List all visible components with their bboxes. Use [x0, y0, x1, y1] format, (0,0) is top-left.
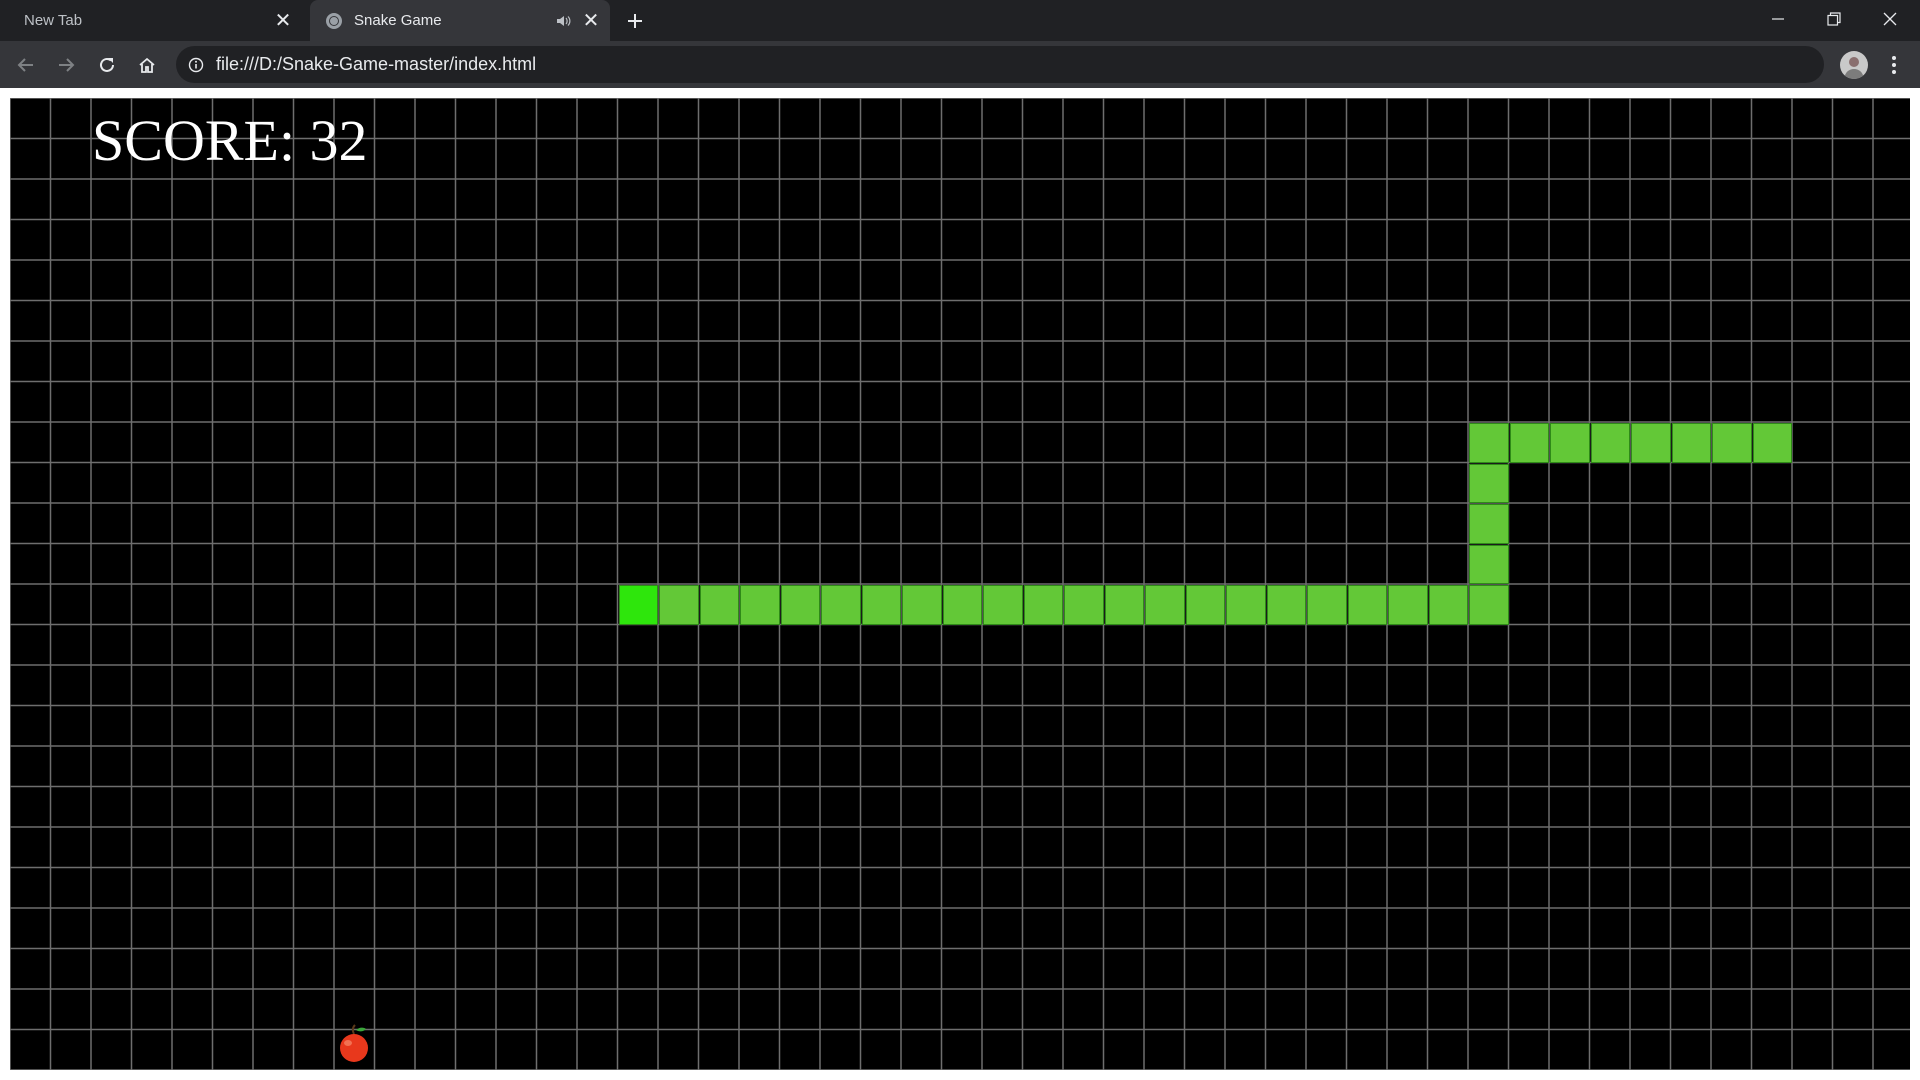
game-board[interactable]: SCORE: 32	[10, 98, 1910, 1070]
tab-snake-game[interactable]: Snake Game ✕	[310, 0, 610, 41]
snake-segment	[1712, 423, 1752, 463]
home-icon[interactable]	[131, 49, 163, 81]
url-text[interactable]: file:///D:/Snake-Game-master/index.html	[216, 54, 536, 75]
snake-segment	[1752, 423, 1792, 463]
snake-segment	[821, 585, 861, 625]
snake-segment	[1469, 504, 1509, 544]
snake-segment	[659, 585, 699, 625]
snake-segment	[1185, 585, 1225, 625]
snake-segment	[1550, 423, 1590, 463]
new-tab-button[interactable]	[620, 6, 650, 36]
snake-segment	[1307, 585, 1347, 625]
snake-segment	[1509, 423, 1549, 463]
browser-toolbar: file:///D:/Snake-Game-master/index.html	[0, 41, 1920, 88]
snake-segment	[1428, 585, 1468, 625]
snake-segment	[699, 585, 739, 625]
snake-segment	[1671, 423, 1711, 463]
snake-segment	[1631, 423, 1671, 463]
speaker-icon[interactable]	[556, 14, 572, 28]
window-close-icon[interactable]	[1862, 0, 1918, 38]
snake-segment	[1388, 585, 1428, 625]
grid-lines	[10, 98, 1910, 1070]
snake-segment	[1469, 544, 1509, 584]
snake-segment	[983, 585, 1023, 625]
snake-segment	[1590, 423, 1630, 463]
snake-segment	[942, 585, 982, 625]
snake-segment	[1266, 585, 1306, 625]
globe-icon	[326, 12, 342, 29]
score-display: SCORE: 32	[92, 108, 368, 173]
snake-segment	[780, 585, 820, 625]
restore-icon[interactable]	[1806, 0, 1862, 38]
address-bar[interactable]: file:///D:/Snake-Game-master/index.html	[176, 46, 1824, 83]
snake-segment	[1469, 463, 1509, 503]
snake-segment	[1469, 423, 1509, 463]
snake-segment	[1104, 585, 1144, 625]
minimize-icon[interactable]	[1750, 0, 1806, 38]
tab-new-tab[interactable]: New Tab ✕	[12, 0, 302, 41]
reload-icon[interactable]	[91, 49, 123, 81]
snake-segment	[1226, 585, 1266, 625]
tab-strip: New Tab ✕ Snake Game ✕	[0, 0, 1920, 41]
kebab-menu-icon[interactable]	[1878, 49, 1910, 81]
snake-segment	[1064, 585, 1104, 625]
tab-label: New Tab	[24, 12, 83, 29]
close-icon[interactable]: ✕	[580, 10, 602, 32]
snake-segment	[1145, 585, 1185, 625]
snake-segment	[861, 585, 901, 625]
snake-segment	[1347, 585, 1387, 625]
snake-head	[618, 585, 658, 625]
info-icon[interactable]	[188, 57, 204, 73]
snake-segment	[902, 585, 942, 625]
arrow-right-icon[interactable]	[50, 49, 82, 81]
snake-segment	[1469, 585, 1509, 625]
tab-label: Snake Game	[354, 12, 442, 29]
snake-segment	[1023, 585, 1063, 625]
close-icon[interactable]: ✕	[272, 10, 294, 32]
snake-segment	[740, 585, 780, 625]
avatar[interactable]	[1840, 51, 1868, 79]
arrow-left-icon[interactable]	[10, 49, 42, 81]
